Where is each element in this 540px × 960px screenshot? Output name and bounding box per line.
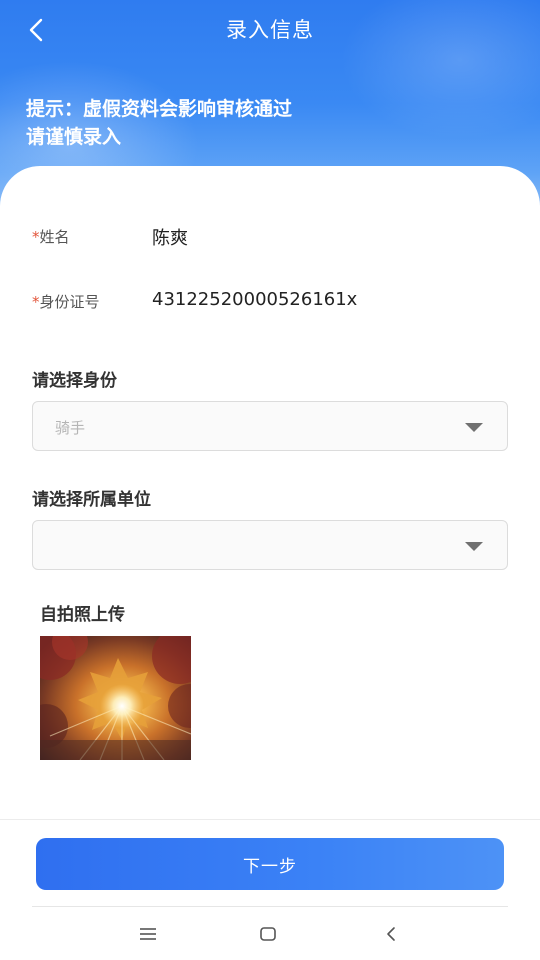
system-back-button[interactable]: [377, 920, 405, 948]
photo-upload-label: 自拍照上传: [40, 605, 125, 625]
next-step-button[interactable]: 下一步: [36, 838, 504, 890]
system-nav-divider: [32, 906, 508, 907]
required-mark: *: [32, 293, 40, 311]
id-number-label-text: 身份证号: [39, 293, 100, 311]
identity-select-value: 骑手: [55, 419, 86, 437]
id-number-label: *身份证号: [32, 291, 100, 312]
notice-line: 提示：虚假资料会影响审核通过: [26, 98, 293, 120]
back-icon: [387, 927, 395, 941]
home-icon: [260, 927, 276, 941]
identity-select[interactable]: 骑手: [32, 401, 508, 451]
selfie-photo-image: [40, 636, 191, 760]
page-title: 录入信息: [226, 18, 314, 42]
unit-label: 请选择所属单位: [32, 490, 151, 510]
caret-down-icon: [465, 542, 483, 551]
required-mark: *: [32, 228, 40, 246]
name-row: *姓名 陈爽: [32, 224, 508, 254]
name-label: *姓名: [32, 226, 70, 247]
name-label-text: 姓名: [39, 228, 70, 246]
notice-line: 请谨慎录入: [26, 126, 122, 148]
id-number-value[interactable]: 43122520000526161x: [152, 289, 357, 310]
identity-label: 请选择身份: [32, 371, 117, 391]
unit-select[interactable]: [32, 520, 508, 570]
system-home-button[interactable]: [254, 920, 282, 948]
id-number-row: *身份证号 43122520000526161x: [32, 289, 508, 319]
caret-down-icon: [465, 423, 483, 432]
selfie-photo[interactable]: [40, 636, 191, 760]
notice: 提示：虚假资料会影响审核通过 请谨慎录入: [26, 95, 506, 151]
menu-icon: [140, 928, 156, 940]
footer-divider: [0, 819, 540, 820]
name-value[interactable]: 陈爽: [152, 224, 188, 250]
system-menu-button[interactable]: [134, 920, 162, 948]
